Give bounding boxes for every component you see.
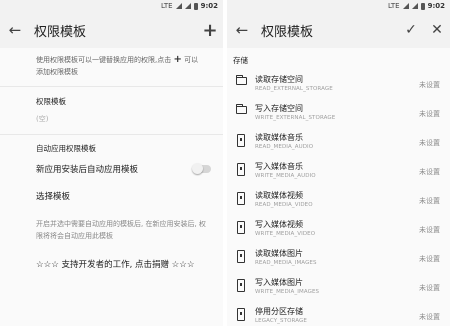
battery-icon bbox=[420, 2, 425, 10]
description-text-2: 可以 bbox=[184, 56, 199, 64]
back-arrow-icon[interactable]: ← bbox=[0, 21, 30, 39]
permission-status: 未设置 bbox=[419, 139, 440, 147]
clock: 9:02 bbox=[200, 2, 218, 10]
select-template-label: 选择模板 bbox=[36, 192, 71, 202]
permission-status: 未设置 bbox=[419, 226, 440, 234]
plus-icon: + bbox=[173, 54, 182, 65]
permission-status: 未设置 bbox=[419, 81, 440, 89]
signal-icon bbox=[402, 3, 409, 9]
app-bar: ← 权限模板 ✓ ✕ bbox=[227, 12, 450, 48]
clock: 9:02 bbox=[427, 2, 445, 10]
permission-row[interactable]: 写入媒体音乐 WRITE_MEDIA_AUDIO 未设置 bbox=[227, 157, 450, 186]
permission-status: 未设置 bbox=[419, 197, 440, 205]
phone-icon bbox=[237, 221, 245, 234]
confirm-check-icon[interactable]: ✓ bbox=[398, 22, 424, 38]
permission-row[interactable]: 读取存储空间 READ_EXTERNAL_STORAGE 未设置 bbox=[227, 70, 450, 99]
permission-row[interactable]: 停用分区存储 LEGACY_STORAGE 未设置 bbox=[227, 302, 450, 326]
folder-icon bbox=[235, 75, 247, 85]
template-empty-value[interactable]: (空) bbox=[0, 114, 223, 124]
folder-icon bbox=[235, 104, 247, 114]
permission-key: READ_MEDIA_VIDEO bbox=[255, 202, 313, 208]
permission-row[interactable]: 写入存储空间 WRITE_EXTERNAL_STORAGE 未设置 bbox=[227, 99, 450, 128]
close-icon[interactable]: ✕ bbox=[424, 22, 450, 38]
permission-row[interactable]: 写入媒体图片 WRITE_MEDIA_IMAGES 未设置 bbox=[227, 273, 450, 302]
permission-key: LEGACY_STORAGE bbox=[255, 318, 307, 324]
permission-row[interactable]: 写入媒体视频 WRITE_MEDIA_VIDEO 未设置 bbox=[227, 215, 450, 244]
donate-link[interactable]: ☆☆☆ 支持开发者的工作, 点击捐赠 ☆☆☆ bbox=[0, 258, 223, 270]
permission-status: 未设置 bbox=[419, 110, 440, 118]
permission-status: 未设置 bbox=[419, 168, 440, 176]
permission-name: 写入媒体视频 bbox=[255, 220, 303, 229]
category-storage: 存储 bbox=[233, 56, 248, 65]
permission-status: 未设置 bbox=[419, 313, 440, 321]
page-title: 权限模板 bbox=[261, 24, 314, 40]
divider bbox=[0, 134, 223, 135]
permission-status: 未设置 bbox=[419, 255, 440, 263]
permission-key: WRITE_EXTERNAL_STORAGE bbox=[255, 115, 336, 121]
permission-list: 读取存储空间 READ_EXTERNAL_STORAGE 未设置 写入存储空间 … bbox=[227, 70, 450, 326]
permission-name: 读取存储空间 bbox=[255, 75, 303, 84]
permission-row[interactable]: 读取媒体图片 READ_MEDIA_IMAGES 未设置 bbox=[227, 244, 450, 273]
wifi-icon bbox=[411, 3, 418, 9]
auto-apply-section-title: 自动应用权限模板 bbox=[36, 144, 96, 153]
auto-apply-note: 开启并选中需要自动应用的模板后, 在新应用安装后, 权限将将会自动应用此模板 bbox=[36, 220, 206, 240]
permission-name: 停用分区存储 bbox=[255, 307, 303, 316]
select-template-row[interactable]: 选择模板 bbox=[0, 184, 223, 208]
signal-icon bbox=[175, 3, 182, 9]
wifi-icon bbox=[184, 3, 191, 9]
app-bar: ← 权限模板 + bbox=[0, 12, 223, 48]
permission-key: READ_MEDIA_AUDIO bbox=[255, 144, 314, 150]
permission-name: 写入媒体音乐 bbox=[255, 162, 303, 171]
divider bbox=[0, 86, 223, 87]
template-list-screen: LTE 9:02 ← 权限模板 + 使用权限模板可以一键替换应用的权限,点击 +… bbox=[0, 0, 223, 326]
add-template-button[interactable]: + bbox=[197, 20, 223, 41]
page-title: 权限模板 bbox=[34, 24, 87, 40]
phone-icon bbox=[237, 250, 245, 263]
permission-key: READ_MEDIA_IMAGES bbox=[255, 260, 317, 266]
back-arrow-icon[interactable]: ← bbox=[227, 21, 257, 39]
phone-icon bbox=[237, 192, 245, 205]
network-type: LTE bbox=[160, 2, 173, 10]
toggle-knob bbox=[192, 163, 203, 174]
description: 使用权限模板可以一键替换应用的权限,点击 + 可以 添加权限模板 bbox=[0, 48, 223, 78]
phone-icon bbox=[237, 279, 245, 292]
phone-icon bbox=[237, 308, 245, 321]
permission-name: 写入存储空间 bbox=[255, 104, 303, 113]
permission-name: 读取媒体图片 bbox=[255, 249, 303, 258]
network-type: LTE bbox=[387, 2, 400, 10]
permission-key: WRITE_MEDIA_IMAGES bbox=[255, 289, 320, 295]
permission-status: 未设置 bbox=[419, 284, 440, 292]
status-bar: LTE 9:02 bbox=[0, 0, 223, 12]
description-text-3: 添加权限模板 bbox=[36, 68, 78, 76]
auto-apply-row[interactable]: 新应用安装后自动应用模板 bbox=[0, 154, 223, 184]
description-text-1: 使用权限模板可以一键替换应用的权限,点击 bbox=[36, 56, 172, 64]
auto-apply-label: 新应用安装后自动应用模板 bbox=[36, 165, 139, 175]
permission-key: READ_EXTERNAL_STORAGE bbox=[255, 86, 333, 92]
battery-icon bbox=[193, 2, 198, 10]
permission-name: 读取媒体视频 bbox=[255, 191, 303, 200]
permission-key: WRITE_MEDIA_VIDEO bbox=[255, 231, 316, 237]
permission-key: WRITE_MEDIA_AUDIO bbox=[255, 173, 316, 179]
phone-icon bbox=[237, 163, 245, 176]
template-edit-screen: LTE 9:02 ← 权限模板 ✓ ✕ 存储 读取存储空间 READ_EXTER… bbox=[227, 0, 450, 326]
permission-row[interactable]: 读取媒体视频 READ_MEDIA_VIDEO 未设置 bbox=[227, 186, 450, 215]
permission-name: 写入媒体图片 bbox=[255, 278, 303, 287]
template-section-title: 权限模板 bbox=[36, 97, 66, 106]
phone-icon bbox=[237, 134, 245, 147]
permission-row[interactable]: 读取媒体音乐 READ_MEDIA_AUDIO 未设置 bbox=[227, 128, 450, 157]
status-bar: LTE 9:02 bbox=[227, 0, 450, 12]
auto-apply-toggle[interactable] bbox=[192, 163, 211, 174]
permission-name: 读取媒体音乐 bbox=[255, 133, 303, 142]
